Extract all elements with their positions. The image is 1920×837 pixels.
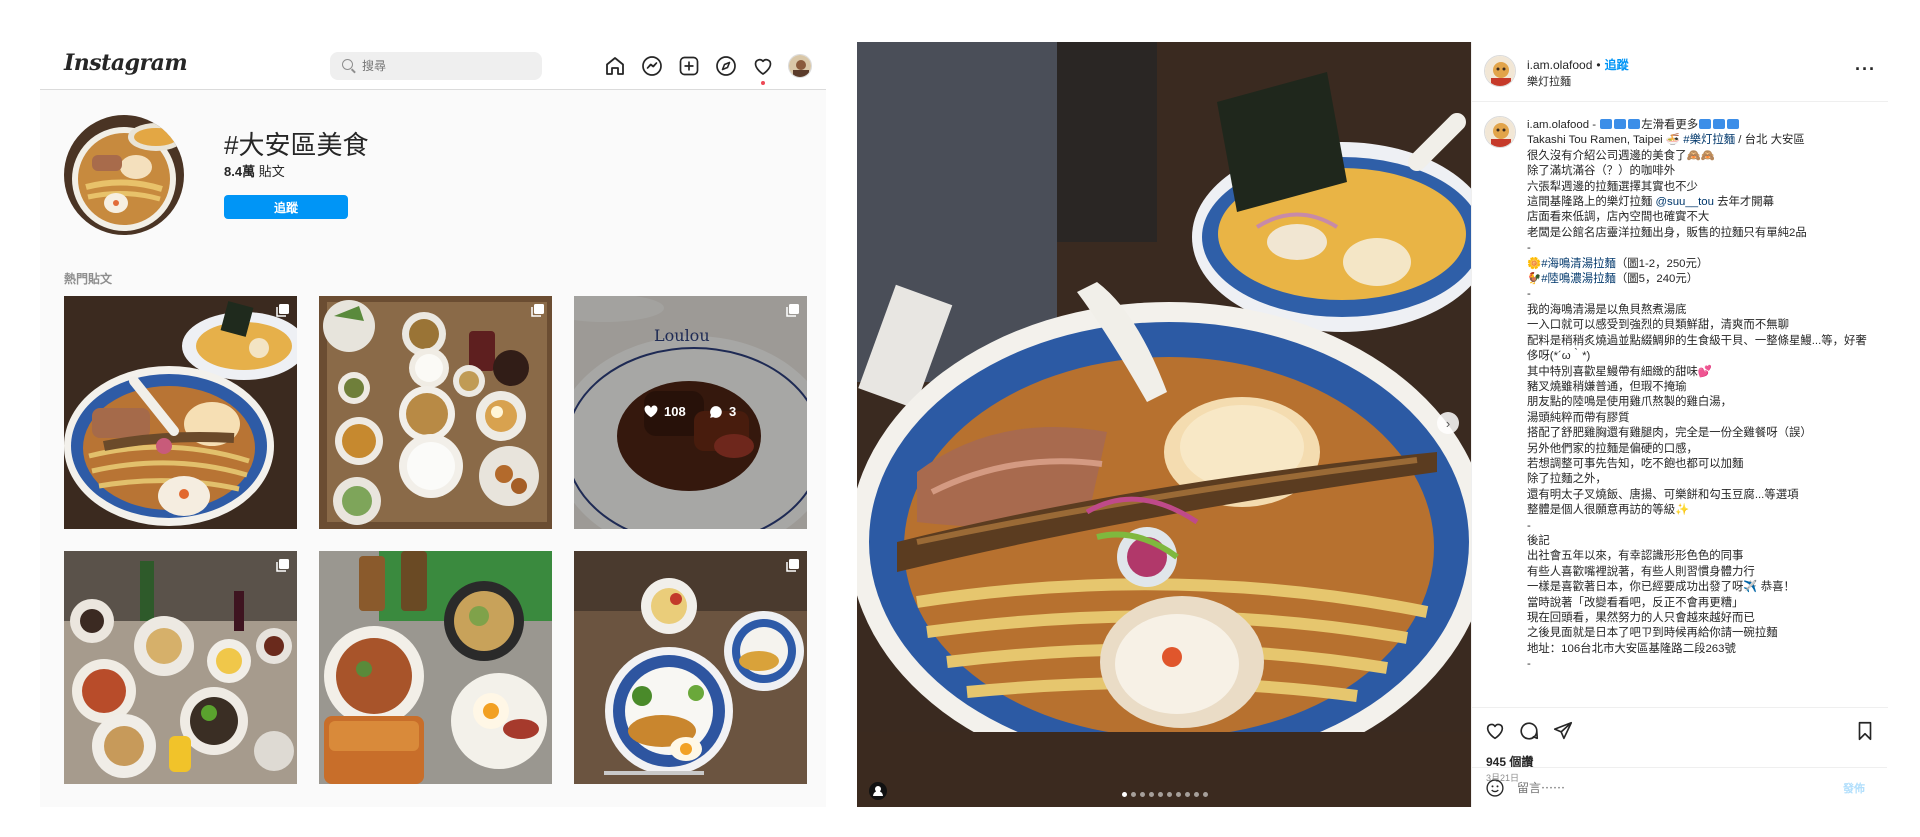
save-bookmark-icon[interactable] [1854, 720, 1876, 742]
carousel-dot [1122, 792, 1127, 797]
caption-username[interactable]: i.am.olafood [1527, 119, 1589, 131]
post-detail: › i.am.olafood • 追蹤 樂灯拉麵 ··· i.am.olafood … [857, 42, 1888, 807]
post-media[interactable]: › [857, 42, 1471, 807]
mention-link[interactable]: @suu__tou [1655, 196, 1713, 208]
more-options-icon[interactable]: ··· [1855, 59, 1876, 80]
hashtag-header: #大安區美食 8.4萬 貼文 追蹤 [64, 115, 804, 235]
top-posts-label: 熱門貼文 [64, 272, 113, 286]
post-count: 8.4萬 貼文 [224, 161, 285, 180]
carousel-dot [1149, 792, 1154, 797]
post-count-value: 8.4萬 [224, 164, 256, 179]
comment-input[interactable] [1517, 776, 1817, 800]
profile-avatar[interactable] [788, 54, 812, 78]
heart-icon [644, 405, 658, 418]
arrow-left-icon [1699, 119, 1712, 129]
arrow-left-icon [1600, 119, 1613, 129]
follow-author-button[interactable]: 追蹤 [1605, 58, 1629, 72]
carousel-dot [1167, 792, 1172, 797]
explore-icon[interactable] [714, 54, 738, 78]
hashtag-link[interactable]: #海鳴清湯拉麵 [1541, 258, 1616, 270]
search-icon [342, 59, 353, 70]
arrow-left-icon [1628, 119, 1641, 129]
carousel-dot [1131, 792, 1136, 797]
carousel-dot [1194, 792, 1199, 797]
search-box[interactable] [330, 52, 542, 80]
author-avatar[interactable] [1484, 55, 1516, 87]
comment-bar: 發佈 [1471, 767, 1887, 807]
instagram-logo[interactable]: Instagram [64, 50, 188, 76]
arrow-left-icon [1713, 119, 1726, 129]
post-thumbnail[interactable]: Loulou 108 3 [574, 296, 807, 529]
carousel-icon [786, 304, 799, 317]
comment-icon[interactable] [1518, 720, 1540, 742]
like-count: 108 [644, 404, 686, 419]
post-thumbnail[interactable] [319, 296, 552, 529]
post-sidebar: i.am.olafood • 追蹤 樂灯拉麵 ··· i.am.olafood - … [1471, 42, 1888, 807]
comment-count: 3 [709, 404, 736, 419]
heart-icon[interactable] [751, 54, 775, 85]
author-username[interactable]: i.am.olafood [1527, 58, 1592, 72]
carousel-dot [1176, 792, 1181, 797]
post-count-unit: 貼文 [258, 164, 285, 179]
post-location[interactable]: 樂灯拉麵 [1527, 73, 1571, 89]
arrow-left-icon [1614, 119, 1627, 129]
carousel-icon [276, 304, 289, 317]
hashtag-avatar [64, 115, 184, 235]
carousel-icon [786, 559, 799, 572]
carousel-dot [1158, 792, 1163, 797]
next-arrow-icon[interactable]: › [1437, 412, 1459, 434]
messenger-icon[interactable] [640, 54, 664, 78]
carousel-dot [1140, 792, 1145, 797]
notification-dot [761, 81, 765, 85]
post-header: i.am.olafood • 追蹤 樂灯拉麵 ··· [1472, 42, 1888, 102]
tagged-users-icon[interactable] [869, 782, 887, 800]
home-icon[interactable] [603, 54, 627, 78]
author-line: i.am.olafood • 追蹤 [1527, 56, 1629, 73]
hashtag-link[interactable]: #陸鳴濃湯拉麵 [1541, 273, 1616, 285]
carousel-icon [531, 304, 544, 317]
carousel-indicator [1122, 792, 1208, 797]
like-heart-icon[interactable] [1484, 720, 1506, 742]
post-thumbnail[interactable] [64, 296, 297, 529]
carousel-icon [276, 559, 289, 572]
follow-hashtag-button[interactable]: 追蹤 [224, 195, 348, 219]
post-thumbnail[interactable] [64, 551, 297, 784]
arrow-left-icon [1727, 119, 1740, 129]
emoji-icon[interactable] [1485, 778, 1505, 798]
hashtag-page: Instagram 搜尋 #大安區美食 8.4萬 貼文 追蹤 熱門貼文 Loul… [40, 42, 826, 807]
hashtag-link[interactable]: #樂灯拉麵 [1683, 134, 1735, 146]
share-icon[interactable] [1552, 720, 1574, 742]
new-post-icon[interactable] [677, 54, 701, 78]
hashtag-title: #大安區美食 [224, 130, 369, 160]
post-comment-button[interactable]: 發佈 [1843, 780, 1865, 796]
carousel-dot [1203, 792, 1208, 797]
search-input[interactable] [362, 52, 532, 80]
caption-avatar[interactable] [1484, 116, 1516, 148]
carousel-dot [1185, 792, 1190, 797]
caption-text: i.am.olafood - 左滑看更多 Takashi Tou Ramen, … [1527, 119, 1867, 671]
hover-overlay [574, 296, 807, 529]
top-nav-bar: Instagram [40, 42, 826, 90]
post-thumbnail[interactable] [319, 551, 552, 784]
caption-area: i.am.olafood - 左滑看更多 Takashi Tou Ramen, … [1472, 102, 1888, 707]
separator-dot: • [1596, 58, 1601, 72]
comment-icon [710, 405, 722, 418]
post-thumbnail[interactable] [574, 551, 807, 784]
